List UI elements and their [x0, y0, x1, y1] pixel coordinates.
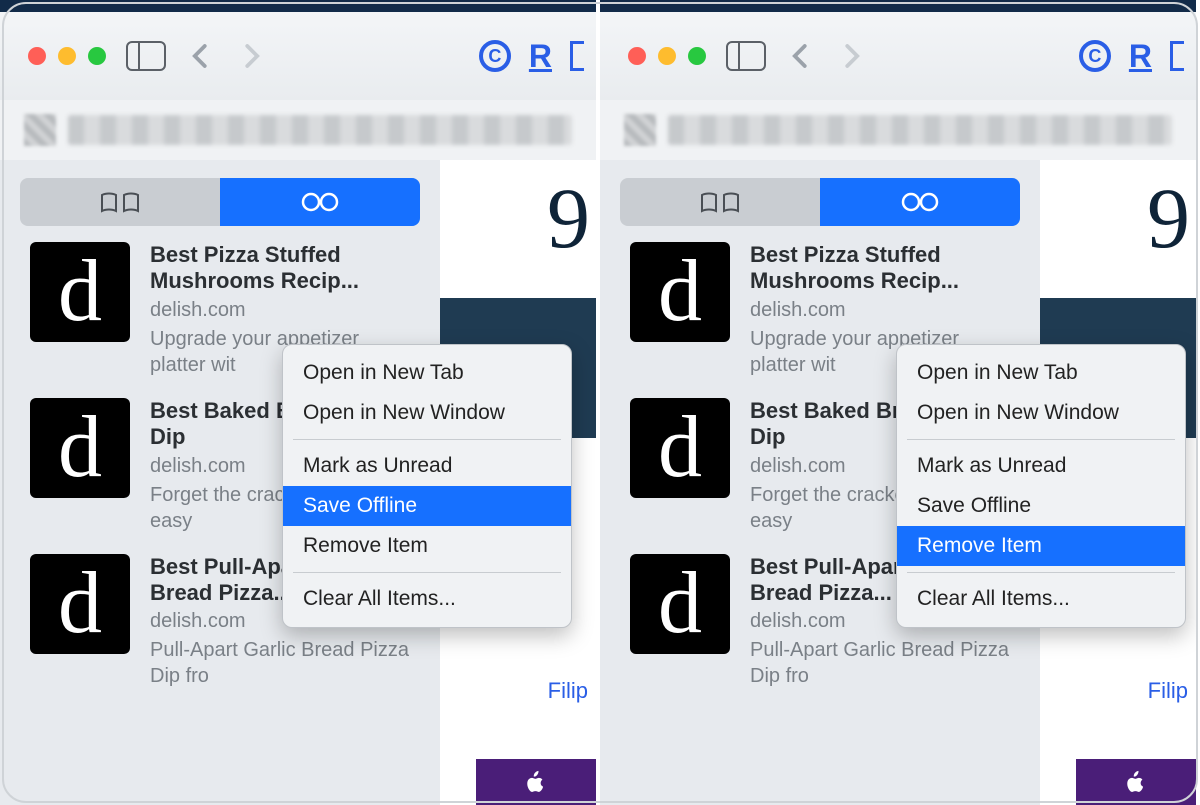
item-snippet: Pull-Apart Garlic Bread Pizza Dip fro	[750, 637, 1020, 689]
ctx-separator	[907, 439, 1175, 440]
page-link[interactable]: Filip	[548, 678, 588, 704]
extension-r-icon[interactable]: R	[1129, 38, 1152, 75]
seg-reading-list[interactable]	[820, 178, 1020, 226]
left-screenshot: C R d Best Pizza Stuffed Mu	[0, 0, 600, 805]
page-link[interactable]: Filip	[1148, 678, 1188, 704]
item-domain: delish.com	[750, 299, 1020, 322]
close-window-icon[interactable]	[628, 47, 646, 65]
apple-badge[interactable]	[1076, 759, 1196, 805]
site-favicon	[624, 114, 656, 146]
ctx-open-new-window[interactable]: Open in New Window	[897, 393, 1185, 433]
comparison-stage: C R d Best Pizza Stuffed Mu	[0, 0, 1200, 805]
ctx-separator	[293, 572, 561, 573]
page-large-numeral: 9	[547, 168, 590, 268]
glasses-icon	[898, 189, 942, 215]
item-domain: delish.com	[150, 299, 420, 322]
ctx-remove-item[interactable]: Remove Item	[897, 526, 1185, 566]
seg-bookmarks[interactable]	[620, 178, 820, 226]
traffic-lights[interactable]	[28, 47, 106, 65]
apple-icon	[522, 768, 550, 796]
page-large-numeral: 9	[1147, 168, 1190, 268]
zoom-window-icon[interactable]	[688, 47, 706, 65]
ctx-open-new-tab[interactable]: Open in New Tab	[897, 353, 1185, 393]
window-toolbar: C R	[0, 0, 596, 100]
site-icon-d: d	[30, 554, 130, 654]
context-menu[interactable]: Open in New Tab Open in New Window Mark …	[282, 344, 572, 628]
site-icon-d: d	[630, 242, 730, 342]
site-favicon	[24, 114, 56, 146]
minimize-window-icon[interactable]	[58, 47, 76, 65]
ctx-mark-unread[interactable]: Mark as Unread	[283, 446, 571, 486]
forward-button[interactable]	[236, 41, 266, 71]
book-icon	[98, 189, 142, 215]
back-button[interactable]	[186, 41, 216, 71]
sidebar-toggle-icon[interactable]	[726, 41, 766, 71]
url-bar[interactable]	[0, 100, 596, 160]
sidebar-segmented-control[interactable]	[20, 178, 420, 226]
extension-box-icon[interactable]	[570, 41, 584, 71]
site-icon-d: d	[630, 554, 730, 654]
ctx-separator	[907, 572, 1175, 573]
book-icon	[698, 189, 742, 215]
ctx-open-new-window[interactable]: Open in New Window	[283, 393, 571, 433]
window-toolbar: C R	[600, 0, 1196, 100]
url-text-blurred	[68, 115, 572, 145]
extension-r-icon[interactable]: R	[529, 38, 552, 75]
item-title: Best Pizza Stuffed Mushrooms Recip...	[150, 242, 420, 295]
sidebar-toggle-icon[interactable]	[126, 41, 166, 71]
site-icon-d: d	[30, 242, 130, 342]
seg-bookmarks[interactable]	[20, 178, 220, 226]
site-icon-d: d	[30, 398, 130, 498]
glasses-icon	[298, 189, 342, 215]
sidebar-segmented-control[interactable]	[620, 178, 1020, 226]
right-screenshot: C R d Best Pizza Stuffed Mushrooms	[600, 0, 1200, 805]
traffic-lights[interactable]	[628, 47, 706, 65]
url-text-blurred	[668, 115, 1172, 145]
extension-c-icon[interactable]: C	[1079, 40, 1111, 72]
seg-reading-list[interactable]	[220, 178, 420, 226]
site-icon-d: d	[630, 398, 730, 498]
ctx-mark-unread[interactable]: Mark as Unread	[897, 446, 1185, 486]
context-menu[interactable]: Open in New Tab Open in New Window Mark …	[896, 344, 1186, 628]
apple-icon	[1122, 768, 1150, 796]
forward-button[interactable]	[836, 41, 866, 71]
url-bar[interactable]	[600, 100, 1196, 160]
ctx-remove-item[interactable]: Remove Item	[283, 526, 571, 566]
extension-box-icon[interactable]	[1170, 41, 1184, 71]
ctx-open-new-tab[interactable]: Open in New Tab	[283, 353, 571, 393]
ctx-clear-all[interactable]: Clear All Items...	[897, 579, 1185, 619]
ctx-clear-all[interactable]: Clear All Items...	[283, 579, 571, 619]
zoom-window-icon[interactable]	[88, 47, 106, 65]
ctx-separator	[293, 439, 561, 440]
minimize-window-icon[interactable]	[658, 47, 676, 65]
item-title: Best Pizza Stuffed Mushrooms Recip...	[750, 242, 1020, 295]
extension-c-icon[interactable]: C	[479, 40, 511, 72]
back-button[interactable]	[786, 41, 816, 71]
ctx-save-offline[interactable]: Save Offline	[283, 486, 571, 526]
item-snippet: Pull-Apart Garlic Bread Pizza Dip fro	[150, 637, 420, 689]
close-window-icon[interactable]	[28, 47, 46, 65]
ctx-save-offline[interactable]: Save Offline	[897, 486, 1185, 526]
apple-badge[interactable]	[476, 759, 596, 805]
